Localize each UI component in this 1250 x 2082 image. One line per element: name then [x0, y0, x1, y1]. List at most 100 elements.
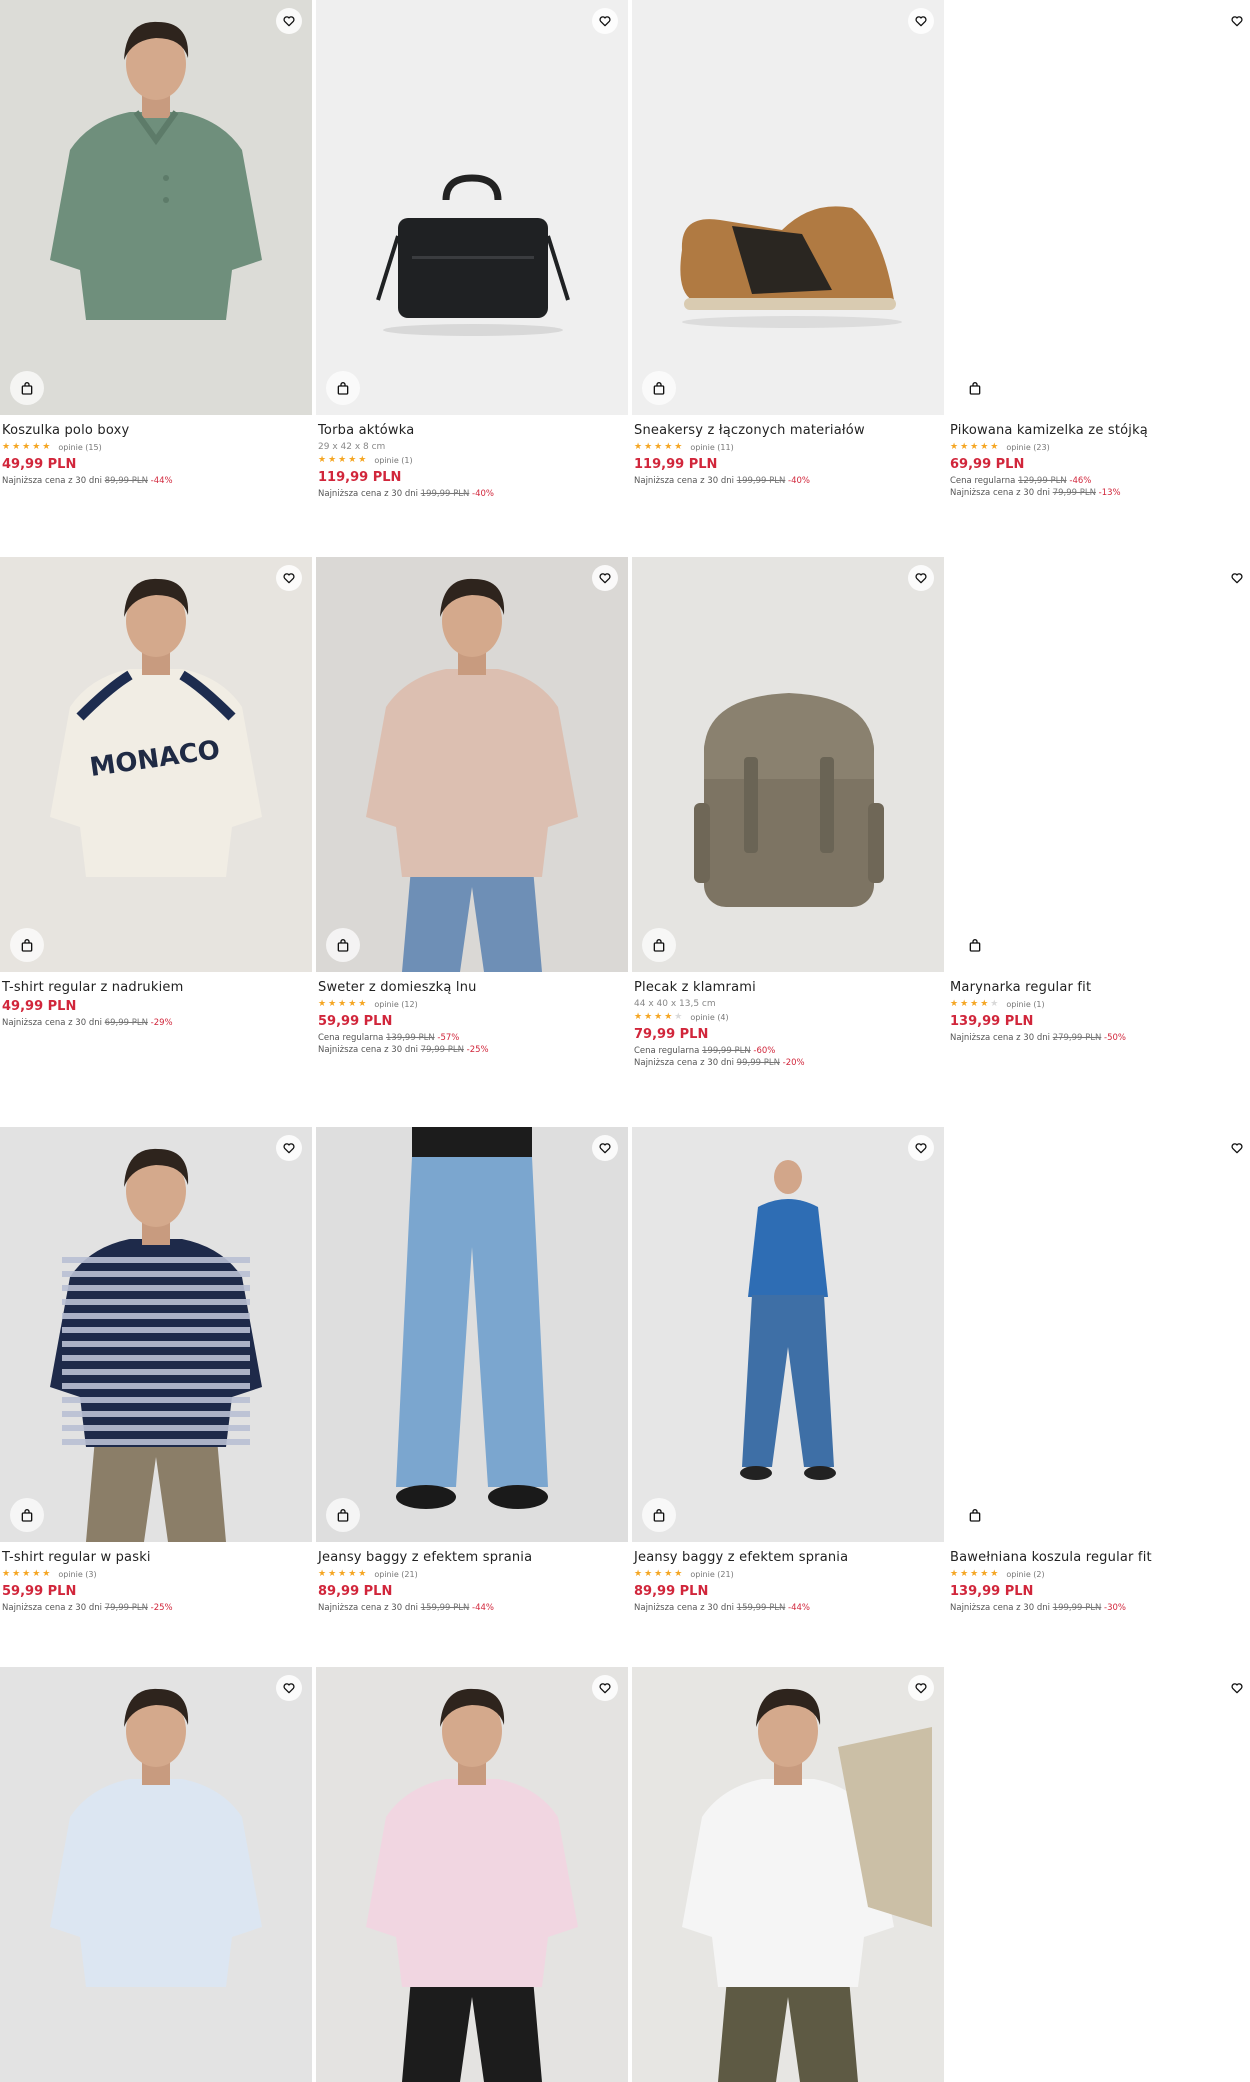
product-card[interactable]: MONACO T-shirt regular z nadrukiem 49,99 P… — [0, 557, 312, 1030]
product-image[interactable] — [632, 557, 944, 972]
product-image[interactable] — [632, 1667, 944, 2082]
product-photo — [316, 1127, 628, 1542]
add-to-cart-button[interactable] — [10, 1498, 44, 1532]
product-name[interactable]: Bawełniana koszula regular fit — [950, 1550, 1250, 1565]
product-name[interactable]: Marynarka regular fit — [950, 980, 1250, 995]
add-to-cart-button[interactable] — [326, 1498, 360, 1532]
product-price: 69,99 PLN — [950, 457, 1025, 472]
product-image[interactable] — [316, 1127, 628, 1542]
wishlist-button[interactable] — [1224, 1135, 1250, 1161]
wishlist-button[interactable] — [592, 8, 618, 34]
price-history-line: Najniższa cena z 30 dni 99,99 PLN -20% — [634, 1058, 942, 1068]
product-name[interactable]: Torba aktówka — [318, 423, 626, 438]
product-card[interactable] — [0, 1667, 312, 2082]
wishlist-button[interactable] — [276, 565, 302, 591]
shopping-bag-icon — [653, 382, 665, 395]
star-rating-icon: ★★★★★ — [634, 1012, 685, 1022]
add-to-cart-button[interactable] — [958, 928, 992, 962]
product-name[interactable]: T-shirt regular w paski — [2, 1550, 310, 1565]
wishlist-button[interactable] — [908, 1135, 934, 1161]
wishlist-button[interactable] — [908, 8, 934, 34]
old-price: 129,99 PLN — [1018, 476, 1067, 486]
price-history-line: Najniższa cena z 30 dni 89,99 PLN -44% — [2, 476, 310, 486]
add-to-cart-button[interactable] — [642, 1498, 676, 1532]
product-photo — [316, 1667, 628, 2082]
product-image[interactable] — [948, 1667, 1250, 2082]
product-card[interactable] — [948, 1667, 1250, 2082]
product-card[interactable]: Jeansy baggy z efektem sprania ★★★★★ opini… — [316, 1127, 628, 1615]
product-card[interactable]: Plecak z klamrami 44 x 40 x 13,5 cm ★★★★★ o… — [632, 557, 944, 1070]
product-name[interactable]: Pikowana kamizelka ze stójką — [950, 423, 1250, 438]
wishlist-button[interactable] — [276, 8, 302, 34]
wishlist-button[interactable] — [908, 565, 934, 591]
price-history-line: Najniższa cena z 30 dni 79,99 PLN -25% — [318, 1045, 626, 1055]
product-name[interactable]: Koszulka polo boxy — [2, 423, 310, 438]
product-info: Koszulka polo boxy ★★★★★ opinie (15) 49,99 … — [0, 415, 312, 486]
review-count: opinie (21) — [374, 1569, 418, 1579]
product-name[interactable]: T-shirt regular z nadrukiem — [2, 980, 310, 995]
add-to-cart-button[interactable] — [10, 928, 44, 962]
product-image[interactable] — [0, 0, 312, 415]
product-image[interactable] — [632, 1127, 944, 1542]
price-history-line: Cena regularna 199,99 PLN -60% — [634, 1046, 942, 1056]
product-card[interactable] — [316, 1667, 628, 2082]
product-card[interactable]: Torba aktówka 29 x 42 x 8 cm ★★★★★ opinie (… — [316, 0, 628, 501]
discount-percent: -40% — [472, 489, 495, 499]
add-to-cart-button[interactable] — [326, 928, 360, 962]
shopping-bag-icon — [337, 382, 349, 395]
review-count: opinie (21) — [690, 1569, 734, 1579]
wishlist-button[interactable] — [592, 1675, 618, 1701]
product-card[interactable]: Marynarka regular fit ★★★★★ opinie (1) 139,… — [948, 557, 1250, 1045]
wishlist-button[interactable] — [592, 1135, 618, 1161]
wishlist-button[interactable] — [276, 1135, 302, 1161]
product-name[interactable]: Jeansy baggy z efektem sprania — [634, 1550, 942, 1565]
add-to-cart-button[interactable] — [642, 371, 676, 405]
add-to-cart-button[interactable] — [326, 371, 360, 405]
product-image[interactable] — [632, 0, 944, 415]
product-name[interactable]: Sweter z domieszką lnu — [318, 980, 626, 995]
wishlist-button[interactable] — [1224, 565, 1250, 591]
product-info: Torba aktówka 29 x 42 x 8 cm ★★★★★ opinie (… — [316, 415, 628, 499]
price-history-label: Najniższa cena z 30 dni — [2, 476, 102, 486]
heart-icon — [599, 1683, 611, 1694]
add-to-cart-button[interactable] — [642, 928, 676, 962]
star-rating-icon: ★★★★★ — [2, 442, 53, 452]
heart-icon — [915, 1683, 927, 1694]
add-to-cart-button[interactable] — [958, 1498, 992, 1532]
product-image[interactable] — [316, 0, 628, 415]
product-card[interactable]: T-shirt regular w paski ★★★★★ opinie (3) 59… — [0, 1127, 312, 1615]
price-history-label: Najniższa cena z 30 dni — [318, 1603, 418, 1613]
product-info: Sneakersy z łączonych materiałów ★★★★★ opi… — [632, 415, 944, 486]
shopping-bag-icon — [337, 1509, 349, 1522]
price-history-line: Najniższa cena z 30 dni 79,99 PLN -25% — [2, 1603, 310, 1613]
discount-percent: -20% — [782, 1058, 805, 1068]
product-image[interactable] — [0, 1667, 312, 2082]
product-name[interactable]: Plecak z klamrami — [634, 980, 942, 995]
wishlist-button[interactable] — [276, 1675, 302, 1701]
product-image[interactable]: MONACO — [0, 557, 312, 972]
product-image[interactable] — [0, 1127, 312, 1542]
product-card[interactable]: Jeansy baggy z efektem sprania ★★★★★ opini… — [632, 1127, 944, 1615]
product-name[interactable]: Sneakersy z łączonych materiałów — [634, 423, 942, 438]
wishlist-button[interactable] — [592, 565, 618, 591]
product-image[interactable] — [316, 557, 628, 972]
review-count: opinie (23) — [1006, 442, 1050, 452]
add-to-cart-button[interactable] — [10, 371, 44, 405]
product-card[interactable]: Bawełniana koszula regular fit ★★★★★ opini… — [948, 1127, 1250, 1615]
star-rating-icon: ★★★★★ — [634, 442, 685, 452]
wishlist-button[interactable] — [1224, 8, 1250, 34]
product-name[interactable]: Jeansy baggy z efektem sprania — [318, 1550, 626, 1565]
wishlist-button[interactable] — [1224, 1675, 1250, 1701]
product-image[interactable] — [948, 1127, 1250, 1542]
product-card[interactable]: Pikowana kamizelka ze stójką ★★★★★ opinie … — [948, 0, 1250, 500]
product-card[interactable]: Koszulka polo boxy ★★★★★ opinie (15) 49,99 … — [0, 0, 312, 488]
product-card[interactable]: Sneakersy z łączonych materiałów ★★★★★ opi… — [632, 0, 944, 488]
product-image[interactable] — [948, 0, 1250, 415]
product-image[interactable] — [948, 557, 1250, 972]
product-card[interactable] — [632, 1667, 944, 2082]
heart-icon — [599, 16, 611, 27]
product-image[interactable] — [316, 1667, 628, 2082]
product-card[interactable]: Sweter z domieszką lnu ★★★★★ opinie (12) 59… — [316, 557, 628, 1057]
wishlist-button[interactable] — [908, 1675, 934, 1701]
add-to-cart-button[interactable] — [958, 371, 992, 405]
